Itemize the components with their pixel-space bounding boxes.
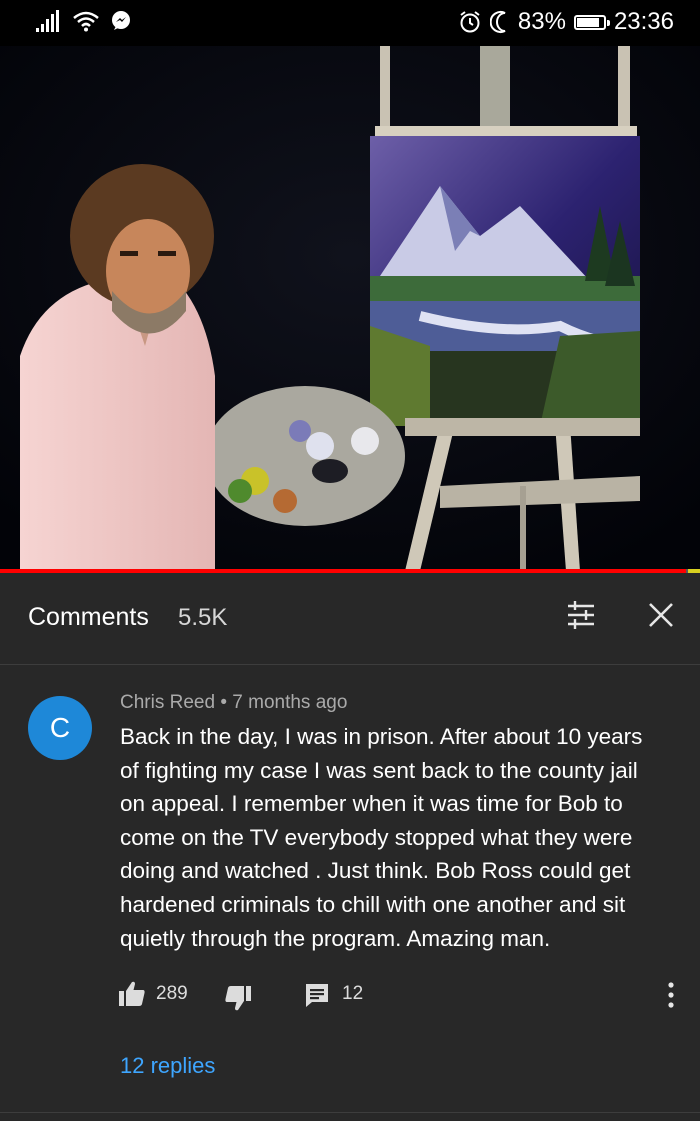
comment-author[interactable]: Chris Reed <box>120 692 215 713</box>
messenger-icon <box>112 11 130 30</box>
wifi-icon <box>73 11 99 32</box>
battery-icon <box>573 14 610 30</box>
do-not-disturb-moon-icon <box>489 11 506 33</box>
meta-separator: • <box>220 692 227 713</box>
comment-line: come on the TV everybody stopped what th… <box>120 824 633 850</box>
reply-icon[interactable] <box>304 982 330 1008</box>
divider <box>0 1112 700 1113</box>
avatar[interactable]: C <box>28 696 92 760</box>
like-count: 289 <box>156 983 188 1004</box>
comment-line: quietly through the program. Amazing man… <box>120 925 551 951</box>
comment-line: hardened criminals to chill with one ano… <box>120 891 626 917</box>
battery-percent: 83% <box>517 8 566 35</box>
view-replies-link[interactable]: 12 replies <box>120 1053 215 1079</box>
status-time: 23:36 <box>613 8 674 35</box>
status-bar-right: 83% 23:36 <box>458 8 674 36</box>
comments-count: 5.5K <box>178 604 228 631</box>
video-player[interactable] <box>0 46 700 571</box>
signal-icon <box>36 10 59 32</box>
alarm-icon <box>460 11 480 33</box>
close-icon[interactable] <box>646 600 676 630</box>
dislike-icon[interactable] <box>224 984 252 1012</box>
sort-icon[interactable] <box>566 600 596 630</box>
comment-line: of fighting my case I was sent back to t… <box>120 757 638 783</box>
video-frame <box>0 46 700 571</box>
battery-level <box>576 17 599 27</box>
comment-actions: 289 12 <box>118 980 688 1012</box>
comment-line: on appeal. I remember when it was time f… <box>120 791 623 817</box>
comment-text: Back in the day, I was in prison. After … <box>120 720 680 955</box>
comment-time: 7 months ago <box>232 692 348 713</box>
comment-line: Back in the day, I was in prison. After … <box>120 724 643 749</box>
status-bar: 83% 23:36 <box>0 0 700 46</box>
status-bar-left <box>36 10 132 32</box>
comment-meta: Chris Reed • 7 months ago <box>120 692 347 714</box>
like-icon[interactable] <box>118 980 146 1008</box>
comments-title: Comments <box>28 603 149 631</box>
comments-header: Comments 5.5K <box>0 573 700 665</box>
avatar-letter: C <box>49 712 71 743</box>
reply-count: 12 <box>342 983 364 1004</box>
more-options-icon[interactable] <box>666 980 676 1010</box>
comment-line: doing and watched . Just think. Bob Ross… <box>120 858 631 884</box>
